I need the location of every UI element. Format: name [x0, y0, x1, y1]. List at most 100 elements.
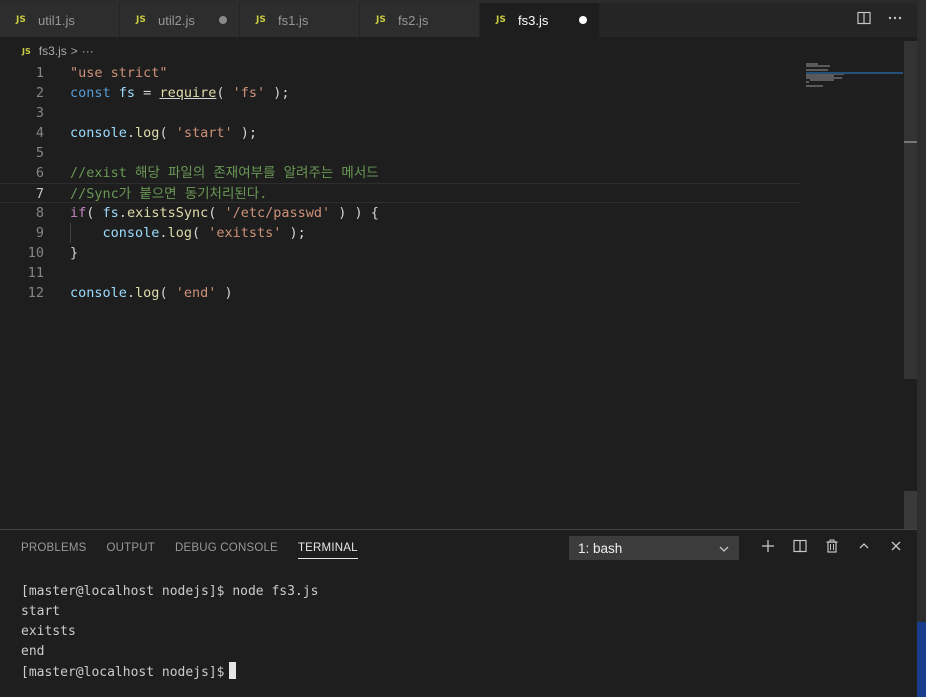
minimap[interactable]	[806, 63, 906, 93]
terminal-prompt-line[interactable]: [master@localhost nodejs]$	[21, 662, 318, 682]
code-token: )	[216, 285, 233, 301]
line-number: 1	[35, 65, 44, 81]
js-file-icon: JS	[22, 46, 31, 56]
plus-icon[interactable]	[752, 539, 784, 557]
code-token: fs	[102, 205, 119, 221]
breadcrumb-more[interactable]: ···	[82, 44, 94, 58]
code-token: 'end'	[175, 285, 217, 301]
line-number: 3	[35, 105, 44, 121]
terminal-output[interactable]: [master@localhost nodejs]$ node fs3.js s…	[21, 582, 318, 682]
code-token: .	[159, 225, 168, 241]
panel-actions	[752, 536, 912, 560]
code-editor[interactable]: 1 "use strict" 2 const fs = require( 'fs' )…	[0, 63, 905, 523]
code-token: fs	[118, 85, 136, 101]
code-content: "use strict"	[70, 63, 168, 83]
tab-fs2-js[interactable]: JS fs2.js	[360, 3, 480, 37]
tab-util1-js[interactable]: JS util1.js	[0, 3, 120, 37]
tab-fs3-js[interactable]: JS fs3.js	[480, 3, 600, 37]
code-token: require	[159, 85, 217, 101]
code-token: .	[118, 205, 127, 221]
line-number: 4	[35, 125, 44, 141]
terminal-cursor	[228, 662, 236, 679]
tab-debug-console[interactable]: DEBUG CONSOLE	[175, 530, 278, 566]
bottom-panel: PROBLEMS OUTPUT DEBUG CONSOLE TERMINAL 1…	[0, 529, 917, 697]
js-file-icon: JS	[16, 15, 26, 25]
split-editor-icon[interactable]	[857, 11, 871, 29]
line-number: 9	[35, 225, 44, 241]
code-token: //Sync가 붙으면 동기처리된다.	[70, 186, 268, 202]
code-line[interactable]: 5	[0, 143, 800, 163]
tab-problems[interactable]: PROBLEMS	[21, 530, 87, 566]
code-token: existsSync	[126, 205, 209, 221]
tab-label: fs3.js	[518, 12, 549, 28]
code-content: const fs = require( 'fs' );	[70, 83, 290, 103]
chevron-right-icon: >	[70, 44, 78, 58]
breadcrumb-file[interactable]: fs3.js	[39, 44, 67, 58]
js-file-icon: JS	[136, 15, 146, 25]
tab-util2-js[interactable]: JS util2.js	[120, 3, 240, 37]
tab-terminal[interactable]: TERMINAL	[297, 530, 358, 566]
unsaved-dot-icon[interactable]	[579, 16, 587, 24]
unsaved-dot-icon[interactable]	[219, 16, 227, 24]
code-line[interactable]: 7 //Sync가 붙으면 동기처리된다.	[0, 183, 800, 203]
code-token: log	[167, 225, 192, 241]
code-token: =	[135, 85, 160, 101]
code-token: (	[191, 225, 209, 241]
terminal-prompt: [master@localhost nodejs]$	[21, 665, 225, 680]
code-token: );	[265, 85, 290, 101]
code-token: .	[126, 125, 136, 141]
code-content: if( fs.existsSync( '/etc/passwd' ) ) {	[70, 203, 379, 223]
code-line[interactable]: 4 console.log( 'start' );	[0, 123, 800, 143]
editor-tab-bar: JS util1.js JS util2.js JS fs1.js JS fs2…	[0, 3, 917, 37]
chevron-down-icon	[718, 539, 730, 562]
code-token: console	[70, 125, 127, 141]
code-line[interactable]: 10}	[0, 243, 800, 263]
breadcrumb: JS fs3.js > ···	[22, 41, 94, 61]
code-line[interactable]: 12 console.log( 'end' )	[0, 283, 800, 303]
tab-output[interactable]: OUTPUT	[107, 530, 155, 566]
trash-icon[interactable]	[816, 539, 848, 557]
scrollbar-cursor-marker	[904, 141, 917, 143]
js-file-icon: JS	[256, 15, 266, 25]
chevron-up-icon[interactable]	[848, 539, 880, 557]
code-content: console.log( 'exitsts' );	[70, 223, 306, 243]
code-line[interactable]: 8 if( fs.existsSync( '/etc/passwd' ) ) {	[0, 203, 800, 223]
tab-label: fs2.js	[398, 12, 429, 28]
code-token: );	[281, 225, 306, 241]
tab-fs1-js[interactable]: JS fs1.js	[240, 3, 360, 37]
code-token: console	[102, 225, 160, 241]
code-content: console.log( 'start' );	[70, 123, 257, 143]
code-line[interactable]: 11	[0, 263, 800, 283]
terminal-line: exitsts	[21, 624, 76, 639]
code-content: console.log( 'end' )	[70, 283, 233, 303]
code-token: (	[216, 85, 233, 101]
code-token: (	[86, 205, 103, 221]
more-actions-icon[interactable]	[887, 11, 903, 29]
code-token: 'fs'	[232, 85, 266, 101]
terminal-select[interactable]: 1: bash	[569, 536, 739, 560]
code-token: 'start'	[175, 125, 233, 141]
code-line[interactable]: 6 //exist 해당 파일의 존재여부를 알려주는 메서드	[0, 163, 800, 183]
code-line[interactable]: 1 "use strict"	[0, 63, 800, 83]
close-icon[interactable]	[880, 539, 912, 557]
line-number: 10	[27, 245, 44, 261]
code-token: log	[135, 285, 160, 301]
line-number: 2	[35, 85, 44, 101]
line-number: 5	[35, 145, 44, 161]
panel-tabs: PROBLEMS OUTPUT DEBUG CONSOLE TERMINAL	[21, 530, 358, 566]
code-line[interactable]: 9 console.log( 'exitsts' );	[0, 223, 800, 243]
tab-label: util2.js	[158, 12, 195, 28]
code-line[interactable]: 3	[0, 103, 800, 123]
vscode-window: JS util1.js JS util2.js JS fs1.js JS fs2…	[0, 0, 917, 697]
code-token: const	[70, 85, 111, 101]
js-file-icon: JS	[376, 15, 386, 25]
editor-scrollbar[interactable]	[904, 41, 917, 379]
code-token: ) ) {	[330, 205, 379, 221]
code-token: //exist 해당 파일의 존재여부를 알려주는 메서드	[70, 165, 379, 181]
line-number: 6	[35, 165, 44, 181]
code-line[interactable]: 2 const fs = require( 'fs' );	[0, 83, 800, 103]
code-token: (	[159, 285, 176, 301]
split-terminal-icon[interactable]	[784, 539, 816, 557]
panel-scrollbar[interactable]	[904, 491, 917, 529]
